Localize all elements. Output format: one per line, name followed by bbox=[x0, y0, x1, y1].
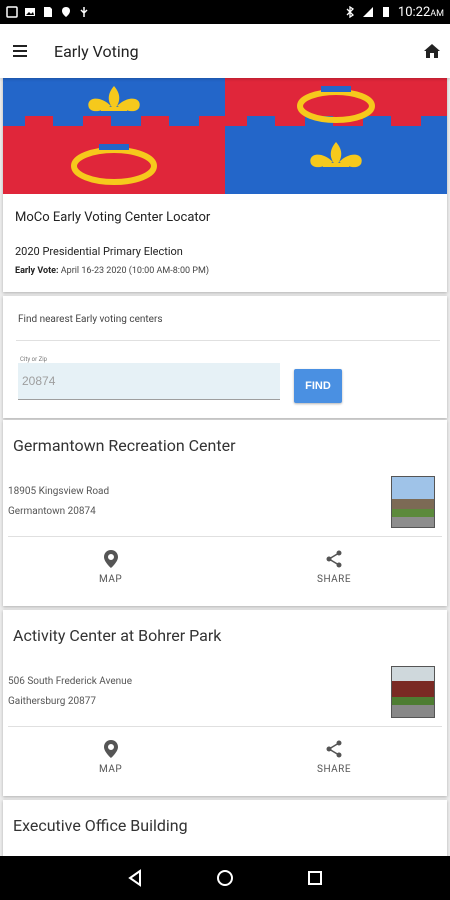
location-address-line1: 18905 Kingsview Road bbox=[8, 486, 110, 497]
montgomery-county-flag bbox=[3, 78, 447, 194]
photo-icon bbox=[25, 8, 35, 16]
location-icon bbox=[62, 7, 70, 17]
system-nav-bar bbox=[0, 856, 450, 900]
back-icon[interactable] bbox=[126, 869, 144, 887]
app-bar: Early Voting bbox=[0, 24, 450, 78]
divider bbox=[16, 340, 440, 341]
location-name: Activity Center at Bohrer Park bbox=[13, 626, 222, 645]
hero-card: MoCo Early Voting Center Locator 2020 Pr… bbox=[3, 78, 447, 292]
city-zip-label: City or Zip bbox=[20, 356, 48, 363]
usb-icon bbox=[80, 7, 88, 17]
status-bar: 10:22AM bbox=[0, 0, 450, 24]
share-button[interactable]: SHARE bbox=[317, 550, 351, 585]
map-button[interactable]: MAP bbox=[99, 550, 122, 585]
home-nav-icon[interactable] bbox=[216, 869, 234, 887]
divider bbox=[8, 536, 442, 537]
location-name: Executive Office Building bbox=[13, 816, 188, 835]
hero-title: MoCo Early Voting Center Locator bbox=[15, 210, 211, 225]
share-icon bbox=[326, 550, 342, 568]
photo-thumbnail bbox=[392, 477, 434, 527]
location-card: Germantown Recreation Center 18905 Kings… bbox=[3, 420, 447, 606]
map-pin-icon bbox=[103, 740, 118, 758]
location-address-line2: Germantown 20874 bbox=[8, 506, 96, 517]
location-card: Activity Center at Bohrer Park 506 South… bbox=[3, 610, 447, 796]
hamburger-icon bbox=[13, 45, 27, 57]
election-name: 2020 Presidential Primary Election bbox=[15, 245, 183, 258]
recents-icon[interactable] bbox=[306, 869, 324, 887]
menu-button[interactable] bbox=[0, 24, 42, 78]
location-card: Executive Office Building bbox=[3, 800, 447, 856]
file-icon bbox=[44, 7, 52, 17]
find-button[interactable]: FIND bbox=[294, 369, 342, 403]
early-vote-dates: Early Vote: April 16-23 2020 (10:00 AM-8… bbox=[15, 266, 209, 276]
location-address-line2: Gaithersburg 20877 bbox=[8, 696, 96, 707]
location-name: Germantown Recreation Center bbox=[13, 436, 236, 455]
location-photo[interactable] bbox=[391, 666, 435, 718]
page-title: Early Voting bbox=[54, 41, 139, 61]
clock: 10:22AM bbox=[397, 4, 444, 20]
battery-icon bbox=[382, 7, 389, 17]
home-icon bbox=[424, 44, 440, 58]
share-icon bbox=[326, 740, 342, 758]
location-address-line1: 506 South Frederick Avenue bbox=[8, 676, 132, 687]
share-button[interactable]: SHARE bbox=[317, 740, 351, 775]
bluetooth-icon bbox=[346, 6, 354, 18]
photo-thumbnail bbox=[392, 667, 434, 717]
divider bbox=[8, 726, 442, 727]
content-scroll[interactable]: MoCo Early Voting Center Locator 2020 Pr… bbox=[0, 78, 450, 856]
map-button[interactable]: MAP bbox=[99, 740, 122, 775]
home-button[interactable] bbox=[414, 24, 450, 78]
notification-icon bbox=[6, 6, 18, 18]
location-photo[interactable] bbox=[391, 476, 435, 528]
city-zip-input[interactable] bbox=[18, 363, 280, 400]
search-hint: Find nearest Early voting centers bbox=[18, 314, 163, 325]
map-pin-icon bbox=[103, 550, 118, 568]
signal-icon bbox=[362, 7, 373, 17]
